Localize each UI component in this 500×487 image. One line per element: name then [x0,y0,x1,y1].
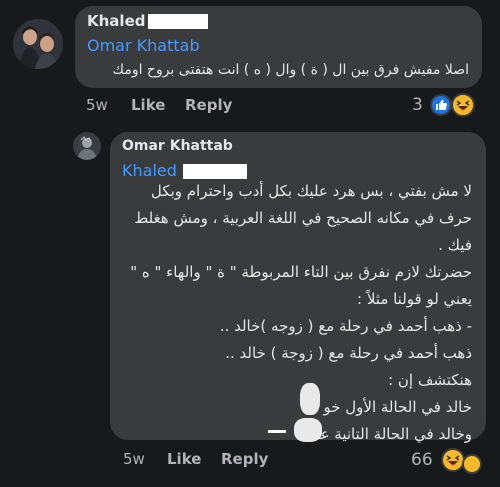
redaction-smudge [300,383,320,415]
like-button[interactable]: Like [167,450,201,468]
like-icon [430,94,452,116]
avatar[interactable] [73,132,101,160]
profile-photo-icon [73,132,101,160]
comment-author[interactable]: Khaled [87,12,145,30]
reaction-badge-small [462,454,482,474]
comment-line: خالد في الحالة الأول خو [323,398,472,416]
haha-icon [451,93,475,117]
comment-time[interactable]: 5w [86,96,108,114]
comment-time[interactable]: 5w [123,450,145,468]
like-button[interactable]: Like [131,96,165,114]
comment-line: يعني لو قولنا مثلاً : [357,290,472,308]
mention-link[interactable]: Omar Khattab [87,36,200,55]
reply-button[interactable]: Reply [221,450,268,468]
comment-line: حضرتك لازم نفرق بين التاء المربوطة " ة "… [130,263,472,281]
redaction-bar [183,164,247,179]
redaction-smudge [294,418,322,442]
redaction-bar [148,14,208,29]
reaction-count[interactable]: 66 [411,450,433,470]
comment-line: - ذهب أحمد في رحلة مع ( زوجه )خالد .. [219,317,472,335]
reaction-count[interactable]: 3 [412,95,423,115]
profile-photo-icon [13,19,63,69]
avatar[interactable] [13,19,63,69]
reply-button[interactable]: Reply [185,96,232,114]
comment-line: ذهب أحمد في رحلة مع ( زوجة ) خالد .. [225,344,472,362]
comment-line: فيك . [438,236,472,254]
comment-author[interactable]: Omar Khattab [122,138,233,154]
comment-text: اصلا مفيش فرق بين ال ( ة ) وال ( ه ) انت… [112,62,469,78]
comment-line: لا مش بفتي ، بس هرد عليك بكل أدب واحترام… [150,182,472,200]
haha-icon [441,448,465,472]
comment-line: حرف في مكانه الصحيح في اللغة العربية ، و… [134,209,472,227]
redaction-bar [268,430,286,433]
comment-line: هنكتشف إن : [388,371,472,389]
comment-line: وخالد في الحالة التانية عـ [316,425,472,443]
